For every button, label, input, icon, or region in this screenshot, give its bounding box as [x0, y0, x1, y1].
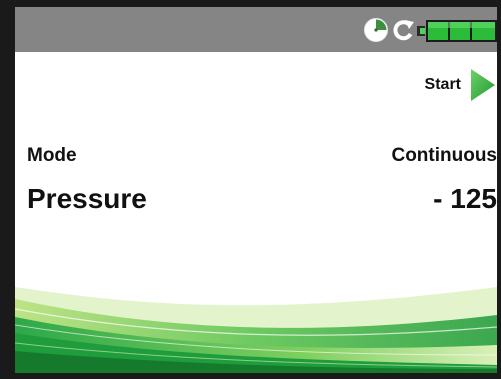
status-bar	[15, 7, 497, 52]
play-icon	[471, 69, 495, 101]
pressure-value: - 125	[433, 183, 497, 214]
refresh-icon	[393, 20, 414, 41]
pressure-label: Pressure	[27, 183, 147, 214]
device-frame: Start Mode Continuous Pressure - 125	[0, 0, 501, 379]
timer-icon	[364, 18, 388, 42]
pressure-row: Pressure - 125	[27, 183, 497, 215]
mode-label: Mode	[27, 145, 77, 166]
mode-row: Mode Continuous	[27, 145, 497, 167]
start-label: Start	[424, 76, 461, 93]
start-button[interactable]: Start	[425, 65, 497, 105]
device-screen: Start Mode Continuous Pressure - 125	[15, 7, 497, 373]
mode-value: Continuous	[391, 145, 497, 166]
battery-icon	[417, 20, 497, 42]
decorative-swoosh	[15, 287, 497, 373]
